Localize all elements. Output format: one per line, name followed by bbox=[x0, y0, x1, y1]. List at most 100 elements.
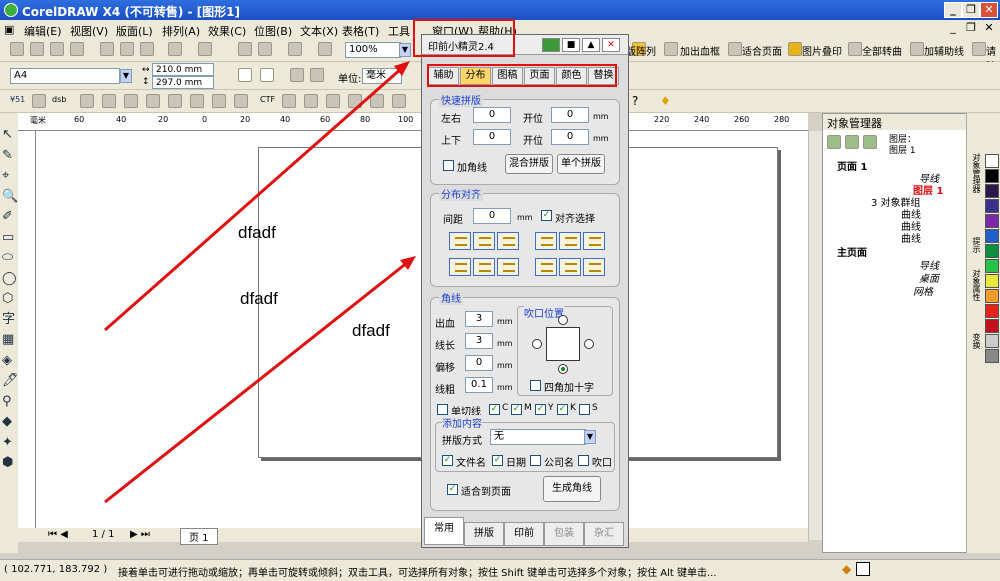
imposition-mode-select[interactable]: 无 bbox=[490, 429, 586, 445]
offset-input[interactable]: 0 bbox=[465, 355, 493, 371]
gripper-left-radio[interactable] bbox=[532, 339, 542, 349]
cmyk-m-checkbox[interactable]: ✓ bbox=[511, 404, 522, 415]
edit-across-layers-icon[interactable] bbox=[845, 135, 859, 149]
add-cornerline-checkbox[interactable] bbox=[443, 160, 454, 171]
tree-page1[interactable]: 页面 1 bbox=[837, 158, 867, 173]
palette-swatch[interactable] bbox=[985, 334, 999, 348]
align-top-icon[interactable] bbox=[449, 232, 471, 250]
four-corner-cross-checkbox[interactable] bbox=[530, 380, 541, 391]
lr-gap-input[interactable]: 0 bbox=[551, 107, 589, 123]
bleed-input[interactable]: 3 bbox=[465, 311, 493, 327]
bottom-tab-imposition[interactable]: 拼版 bbox=[464, 522, 504, 546]
dialog-collapse-button[interactable]: ▲ bbox=[582, 38, 600, 52]
add-content-box: 添加内容 拼版方式 无 ▼ ✓ 文件名 ✓ 日期 公司名 吹口 bbox=[435, 415, 615, 472]
align-bottom-icon[interactable] bbox=[497, 232, 519, 250]
imposition-mode-dropdown[interactable]: ▼ bbox=[584, 430, 596, 444]
palette-swatch[interactable] bbox=[985, 349, 999, 363]
gripper-page-preview bbox=[546, 327, 580, 361]
palette-swatch[interactable] bbox=[985, 259, 999, 273]
lr-gap-label: 开位 bbox=[523, 114, 543, 125]
palette-swatch[interactable] bbox=[985, 274, 999, 288]
single-imposition-button[interactable]: 单个拼版 bbox=[557, 154, 605, 174]
dialog-save-button[interactable]: ■ bbox=[562, 38, 580, 52]
line-length-input[interactable]: 3 bbox=[465, 333, 493, 349]
tree-master-page[interactable]: 主页面 bbox=[837, 244, 867, 259]
dialog-close-button[interactable]: ✕ bbox=[602, 38, 620, 52]
lr-count-input[interactable]: 0 bbox=[473, 107, 511, 123]
gap-label: 间距 bbox=[443, 215, 463, 226]
palette-swatch[interactable] bbox=[985, 304, 999, 318]
mixed-imposition-button[interactable]: 混合拼版 bbox=[505, 154, 553, 174]
palette-swatch[interactable] bbox=[985, 289, 999, 303]
ud-count-input[interactable]: 0 bbox=[473, 129, 511, 145]
palette-swatch[interactable] bbox=[985, 154, 999, 168]
ud-gap-label: 开位 bbox=[523, 136, 543, 147]
distribute-vcenter-icon[interactable] bbox=[473, 258, 495, 276]
align-hcenter-icon[interactable] bbox=[559, 232, 581, 250]
tree-curve[interactable]: 曲线 bbox=[901, 230, 921, 245]
palette-swatch[interactable] bbox=[985, 214, 999, 228]
docker-tab-object-manager[interactable]: 对象管理器 bbox=[971, 153, 982, 193]
bottom-tab-common[interactable]: 常用 bbox=[424, 517, 464, 545]
quick-imposition-title: 快速拼版 bbox=[439, 92, 483, 107]
palette-swatch[interactable] bbox=[985, 244, 999, 258]
unit-mm: mm bbox=[497, 361, 513, 370]
company-checkbox[interactable] bbox=[530, 455, 541, 466]
align-selection-checkbox[interactable]: ✓ bbox=[541, 210, 552, 221]
gripper-top-radio[interactable] bbox=[558, 315, 568, 325]
palette-swatch[interactable] bbox=[985, 229, 999, 243]
bottom-tab-misc[interactable]: 杂汇 bbox=[584, 522, 624, 546]
cornerline-group: 角线 出血 3 mm 线长 3 mm 偏移 0 mm 线粗 0.1 mm 吹口位… bbox=[430, 290, 620, 511]
gap-input[interactable]: 0 bbox=[473, 208, 511, 224]
gripper-bottom-radio[interactable] bbox=[558, 364, 568, 374]
dialog-pin-button[interactable] bbox=[542, 38, 560, 52]
distribute-left-icon[interactable] bbox=[535, 258, 557, 276]
highlight-window-menu bbox=[413, 19, 515, 57]
distribute-right-icon[interactable] bbox=[583, 258, 605, 276]
line-length-label: 线长 bbox=[435, 341, 455, 352]
cmyk-k-label: K bbox=[570, 403, 576, 413]
align-vcenter-icon[interactable] bbox=[473, 232, 495, 250]
line-width-input[interactable]: 0.1 bbox=[465, 377, 493, 393]
first-page-button[interactable]: ⏮ ◀ bbox=[48, 529, 68, 540]
gripper-checkbox[interactable] bbox=[578, 455, 589, 466]
four-corner-cross-label: 四角加十字 bbox=[544, 383, 594, 394]
distribute-hcenter-icon[interactable] bbox=[559, 258, 581, 276]
gripper-right-radio[interactable] bbox=[584, 339, 594, 349]
cmyk-c-label: C bbox=[502, 403, 509, 413]
align-left-icon[interactable] bbox=[535, 232, 557, 250]
next-page-button[interactable]: ▶ ⏭ bbox=[130, 529, 150, 540]
show-properties-icon[interactable] bbox=[827, 135, 841, 149]
docker-tab-hints[interactable]: 提示 bbox=[971, 237, 982, 253]
unit-mm: mm bbox=[593, 134, 609, 143]
cmyk-k-checkbox[interactable]: ✓ bbox=[557, 404, 568, 415]
docker-tab-properties[interactable]: 对象属性 bbox=[971, 269, 982, 301]
palette-swatch[interactable] bbox=[985, 319, 999, 333]
distribute-bottom-icon[interactable] bbox=[497, 258, 519, 276]
page-tab[interactable]: 页 1 bbox=[180, 528, 218, 545]
offset-label: 偏移 bbox=[435, 363, 455, 374]
palette-swatch[interactable] bbox=[985, 184, 999, 198]
generate-cornerline-button[interactable]: 生成角线 bbox=[543, 476, 601, 502]
fit-to-page-checkbox[interactable]: ✓ bbox=[447, 484, 458, 495]
cmyk-c-checkbox[interactable]: ✓ bbox=[489, 404, 500, 415]
unit-mm: mm bbox=[497, 339, 513, 348]
bottom-tab-packaging[interactable]: 包装 bbox=[544, 522, 584, 546]
bottom-tab-prepress[interactable]: 印前 bbox=[504, 522, 544, 546]
tree-grid[interactable]: 网格 bbox=[913, 283, 933, 298]
layer-manager-icon[interactable] bbox=[863, 135, 877, 149]
align-right-icon[interactable] bbox=[583, 232, 605, 250]
gripper-position-box: 吹口位置 四角加十字 bbox=[517, 305, 613, 396]
single-cutline-checkbox[interactable] bbox=[437, 404, 448, 415]
ud-gap-input[interactable]: 0 bbox=[551, 129, 589, 145]
spot-s-checkbox[interactable] bbox=[579, 404, 590, 415]
palette-swatch[interactable] bbox=[985, 169, 999, 183]
filename-checkbox[interactable]: ✓ bbox=[442, 455, 453, 466]
line-width-label: 线粗 bbox=[435, 385, 455, 396]
docker-tab-transform[interactable]: 变换 bbox=[971, 333, 982, 349]
date-checkbox[interactable]: ✓ bbox=[492, 455, 503, 466]
distribute-top-icon[interactable] bbox=[449, 258, 471, 276]
cmyk-y-checkbox[interactable]: ✓ bbox=[535, 404, 546, 415]
add-content-title: 添加内容 bbox=[442, 415, 482, 430]
palette-swatch[interactable] bbox=[985, 199, 999, 213]
